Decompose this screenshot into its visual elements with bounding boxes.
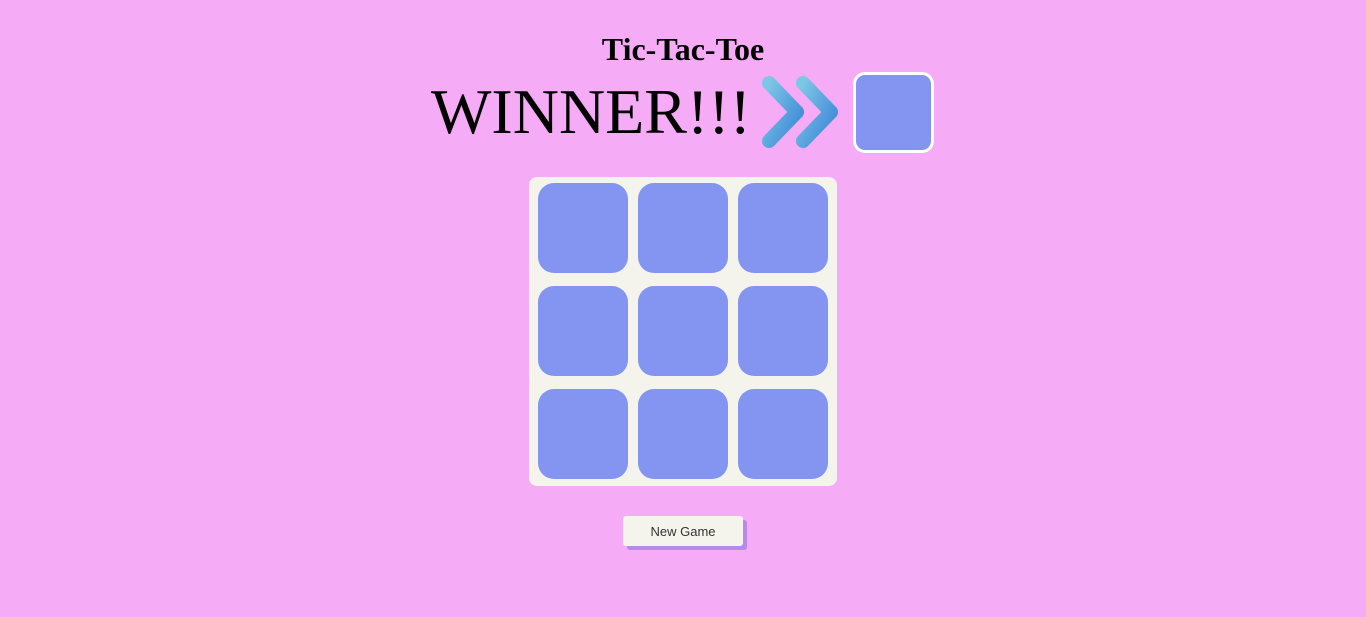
board-cell-6[interactable]	[738, 286, 828, 376]
winner-square	[852, 71, 934, 153]
new-game-button[interactable]: New Game	[623, 516, 743, 546]
board-cell-2[interactable]	[638, 183, 728, 273]
winner-text: WINNER!!!	[431, 76, 751, 147]
double-chevron-right-icon	[761, 76, 838, 148]
winner-banner: WINNER!!!	[431, 71, 934, 153]
board-cell-1[interactable]	[538, 183, 628, 273]
board-cell-8[interactable]	[638, 389, 728, 479]
page-title: Tic-Tac-Toe	[601, 31, 765, 67]
board-cell-5[interactable]	[638, 286, 728, 376]
board-cell-9[interactable]	[738, 389, 828, 479]
game-board	[529, 177, 837, 486]
board-cell-4[interactable]	[538, 286, 628, 376]
board-cell-3[interactable]	[738, 183, 828, 273]
board-cell-7[interactable]	[538, 389, 628, 479]
